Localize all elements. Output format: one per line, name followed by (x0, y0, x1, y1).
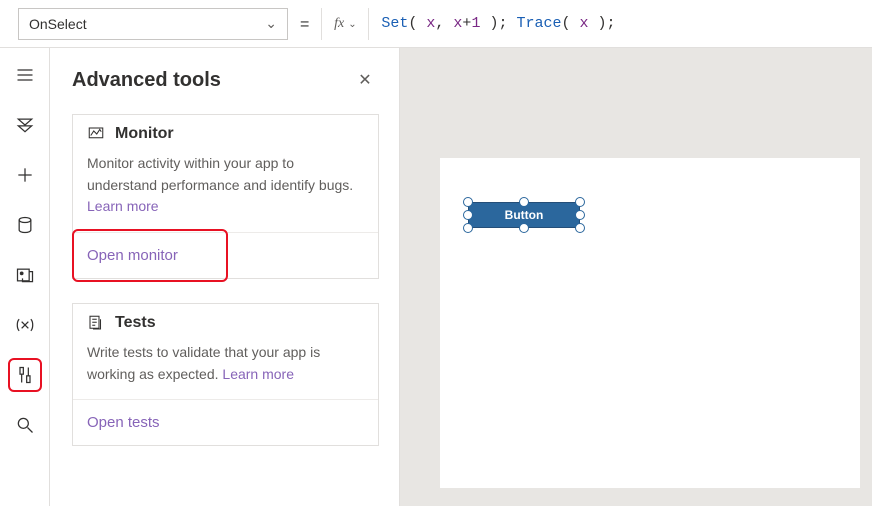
property-selector[interactable]: OnSelect ⌄ (18, 8, 288, 40)
formula-bar: OnSelect ⌄ = fx ⌄ Set( x, x+1 ); Trace( … (0, 0, 872, 48)
hamburger-icon[interactable] (8, 58, 42, 92)
close-icon[interactable]: ✕ (351, 66, 379, 94)
fx-label: fx (334, 16, 344, 32)
monitor-card-text: Monitor activity within your app to unde… (87, 155, 353, 193)
resize-handle[interactable] (575, 223, 585, 233)
advanced-tools-icon[interactable] (8, 358, 42, 392)
left-rail (0, 48, 50, 506)
chevron-down-icon: ⌄ (348, 19, 356, 30)
equals-sign: = (300, 14, 309, 34)
tests-learn-more-link[interactable]: Learn more (222, 366, 294, 382)
panel-title: Advanced tools (72, 69, 221, 92)
monitor-card-header: Monitor (73, 115, 378, 145)
resize-handle[interactable] (463, 197, 473, 207)
search-icon[interactable] (8, 408, 42, 442)
resize-handle[interactable] (463, 210, 473, 220)
media-icon[interactable] (8, 258, 42, 292)
main: Advanced tools ✕ Monitor Monitor activit… (0, 48, 872, 506)
tests-card-header: Tests (73, 304, 378, 334)
app-surface[interactable]: Button (440, 158, 860, 488)
monitor-card: Monitor Monitor activity within your app… (72, 114, 379, 279)
resize-handle[interactable] (519, 223, 529, 233)
monitor-card-body: Monitor activity within your app to unde… (73, 145, 378, 232)
chevron-down-icon: ⌄ (265, 15, 277, 32)
insert-icon[interactable] (8, 158, 42, 192)
canvas-area[interactable]: Button (400, 48, 872, 506)
resize-handle[interactable] (575, 210, 585, 220)
open-monitor-link[interactable]: Open monitor (73, 232, 378, 278)
variables-icon[interactable] (8, 308, 42, 342)
advanced-tools-panel: Advanced tools ✕ Monitor Monitor activit… (50, 48, 400, 506)
data-icon[interactable] (8, 208, 42, 242)
selected-control[interactable]: Button (468, 202, 580, 228)
tests-card-body: Write tests to validate that your app is… (73, 334, 378, 399)
open-tests-link[interactable]: Open tests (73, 399, 378, 445)
monitor-icon (87, 125, 105, 143)
fx-button[interactable]: fx ⌄ (321, 8, 369, 40)
property-selector-value: OnSelect (29, 16, 87, 32)
resize-handle[interactable] (519, 197, 529, 207)
tests-card-title: Tests (115, 314, 156, 332)
panel-header: Advanced tools ✕ (72, 66, 379, 94)
monitor-learn-more-link[interactable]: Learn more (87, 198, 159, 214)
tree-view-icon[interactable] (8, 108, 42, 142)
resize-handle[interactable] (575, 197, 585, 207)
tests-icon (87, 314, 105, 332)
monitor-card-title: Monitor (115, 125, 174, 143)
resize-handle[interactable] (463, 223, 473, 233)
formula-input[interactable]: Set( x, x+1 ); Trace( x ); (381, 15, 615, 32)
tests-card: Tests Write tests to validate that your … (72, 303, 379, 446)
